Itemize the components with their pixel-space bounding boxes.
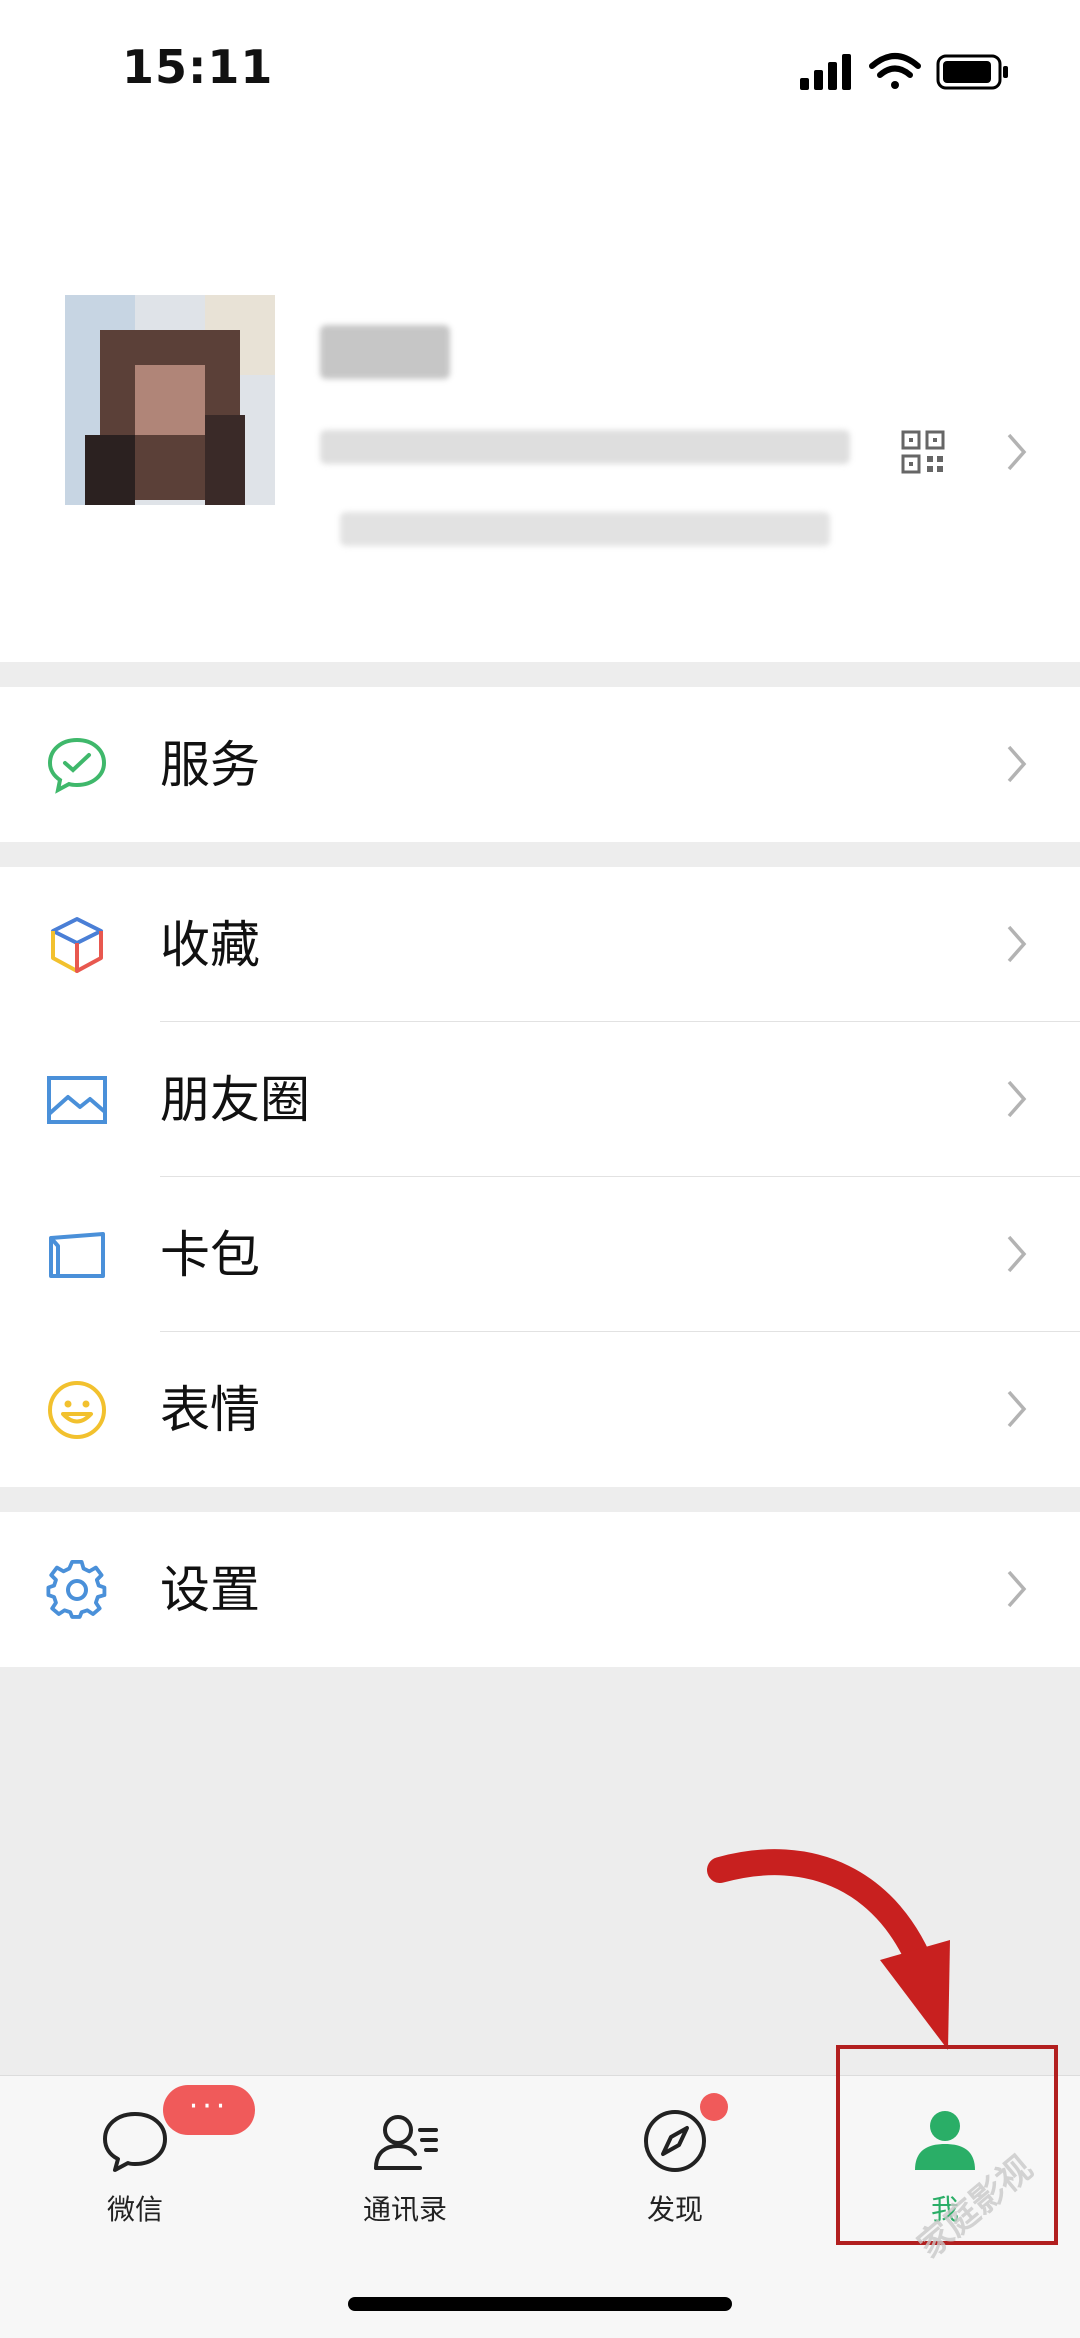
- tab-label-chats: 微信: [106, 2193, 163, 2226]
- menu-label-cards: 卡包: [160, 1226, 260, 1284]
- status-bar: 15:11: [0, 0, 1080, 140]
- chevron-right-icon: [1007, 745, 1027, 783]
- status-blurred: [340, 512, 830, 546]
- tab-label-contacts: 通讯录: [362, 2193, 447, 2226]
- compass-icon: [644, 2110, 706, 2172]
- menu-item-services[interactable]: 服务: [0, 687, 1080, 842]
- discover-notification-dot: [700, 2093, 728, 2121]
- menu-item-moments[interactable]: 朋友圈: [0, 1022, 1080, 1177]
- menu-label-services: 服务: [160, 736, 260, 794]
- menu-group-main: 收藏 朋友圈 卡包 表情: [0, 867, 1080, 1487]
- chevron-right-icon: [1007, 433, 1027, 471]
- chevron-right-icon: [1007, 1235, 1027, 1273]
- menu-label-favorites: 收藏: [160, 916, 260, 974]
- chats-unread-badge: ···: [163, 2085, 255, 2135]
- services-icon: [47, 737, 107, 794]
- signal-icon: [800, 54, 851, 90]
- tab-discover[interactable]: 发现: [575, 2106, 775, 2246]
- qr-code-icon[interactable]: [901, 430, 945, 474]
- nickname-blurred: [320, 325, 450, 379]
- profile-header[interactable]: [0, 140, 1080, 662]
- menu-group-services: 服务: [0, 687, 1080, 842]
- status-icons: [800, 53, 1008, 90]
- annotation-arrow: [707, 1849, 950, 2050]
- wallet-card-icon: [49, 1232, 105, 1278]
- chat-bubble-icon: [103, 2112, 167, 2172]
- menu-label-stickers: 表情: [160, 1381, 260, 1439]
- menu-item-settings[interactable]: 设置: [0, 1512, 1080, 1667]
- contacts-icon: [374, 2115, 438, 2170]
- gear-icon: [46, 1559, 107, 1619]
- home-indicator: [348, 2297, 732, 2311]
- chevron-right-icon: [1007, 925, 1027, 963]
- wechat-id-blurred: [320, 430, 850, 464]
- avatar[interactable]: [65, 295, 275, 505]
- menu-group-settings: 设置: [0, 1512, 1080, 1667]
- favorites-cube-icon: [51, 917, 103, 973]
- tab-contacts[interactable]: 通讯录: [305, 2106, 505, 2246]
- moments-image-icon: [47, 1076, 107, 1124]
- menu-label-moments: 朋友圈: [160, 1071, 310, 1129]
- wifi-icon: [869, 53, 921, 89]
- menu-item-favorites[interactable]: 收藏: [0, 867, 1080, 1022]
- menu-item-stickers[interactable]: 表情: [0, 1332, 1080, 1487]
- battery-icon: [936, 54, 1008, 90]
- menu-item-cards[interactable]: 卡包: [0, 1177, 1080, 1332]
- menu-label-settings: 设置: [160, 1561, 260, 1619]
- avatar-image: [65, 295, 275, 505]
- status-time: 15:11: [122, 40, 274, 94]
- smiley-face-icon: [48, 1381, 106, 1439]
- chevron-right-icon: [1007, 1390, 1027, 1428]
- chevron-right-icon: [1007, 1080, 1027, 1118]
- chevron-right-icon: [1007, 1570, 1027, 1608]
- tab-label-discover: 发现: [646, 2193, 703, 2226]
